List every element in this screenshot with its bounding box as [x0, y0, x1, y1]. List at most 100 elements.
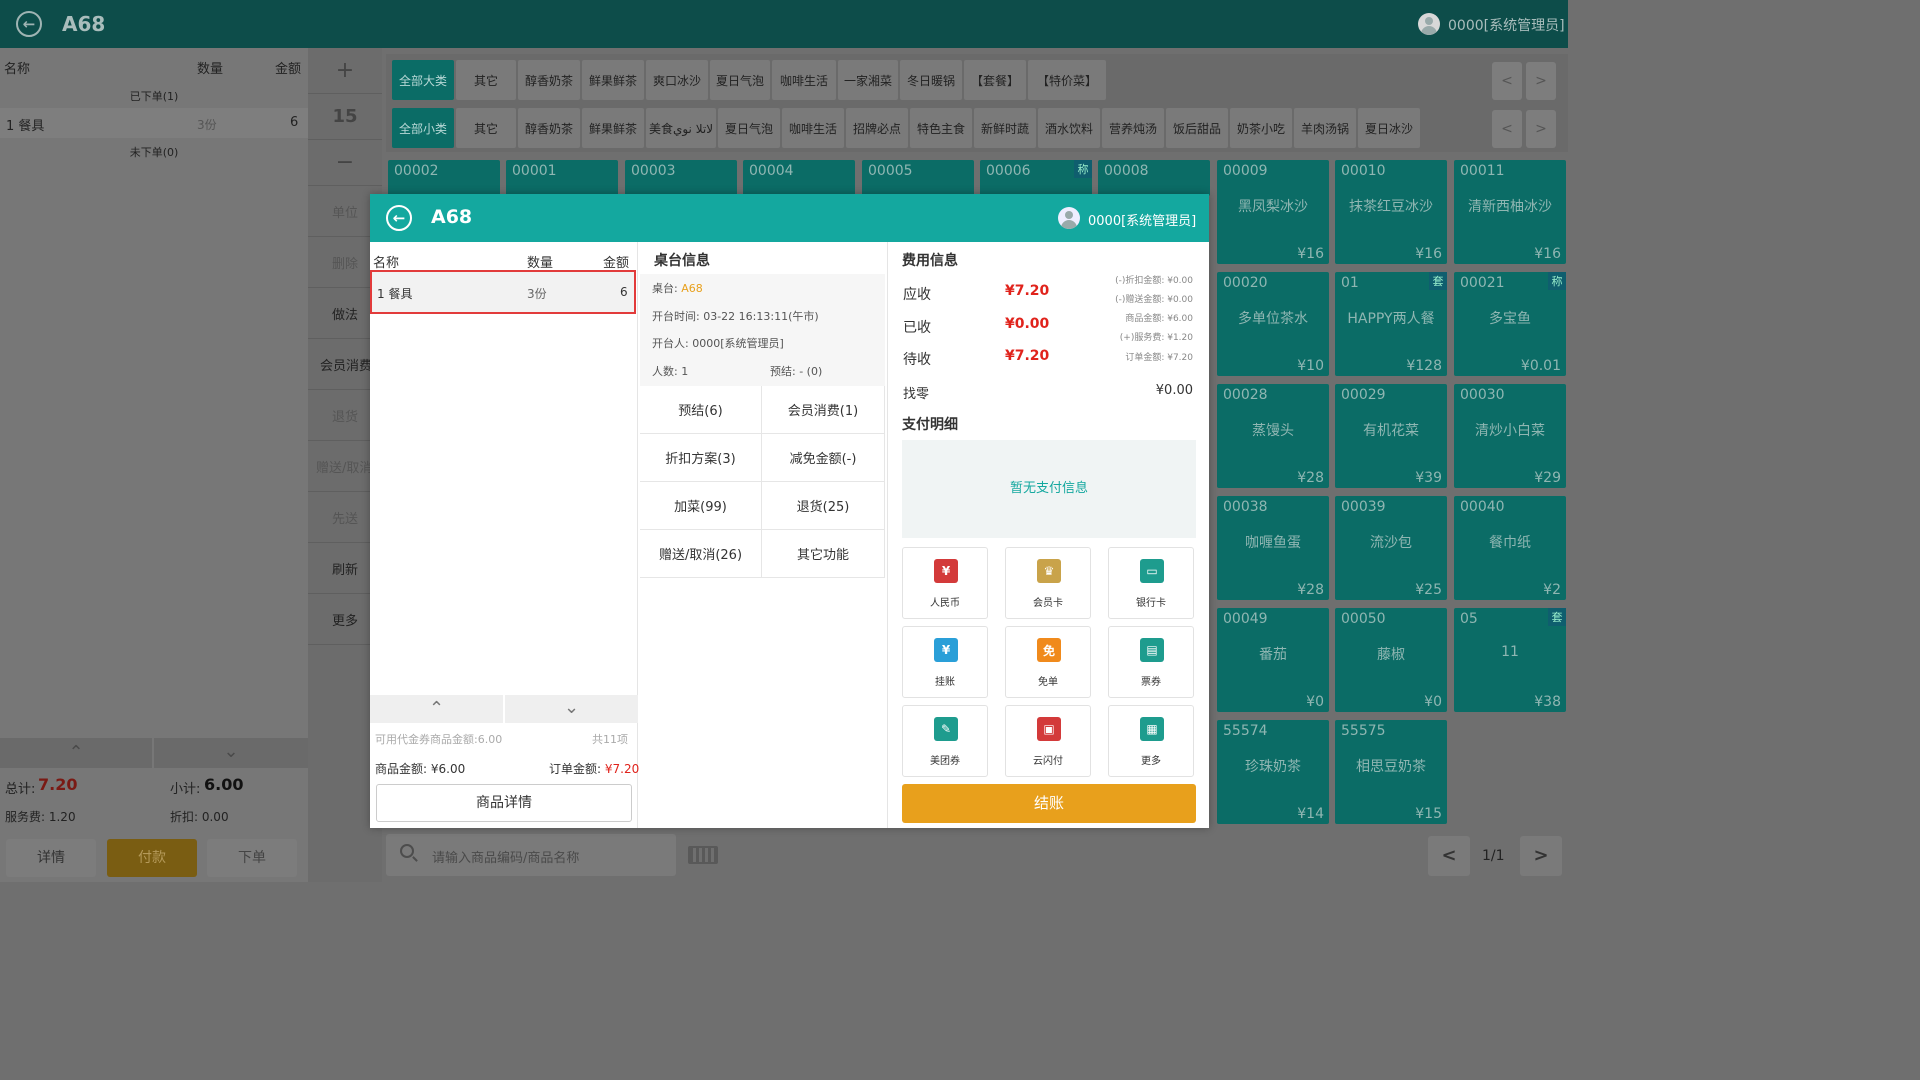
product-tile[interactable]: 55575 相思豆奶茶 ¥15	[1335, 720, 1447, 824]
product-code: 00049	[1223, 611, 1268, 627]
scroll-up-button[interactable]: ⌃	[0, 738, 152, 768]
product-tile[interactable]: 00049 番茄 ¥0	[1217, 608, 1329, 712]
place-order-button[interactable]: 下单	[207, 839, 297, 877]
dialog-item-row[interactable]: 1 餐具 3份 6	[370, 270, 636, 314]
fee-note: (+)服务费: ¥1.20	[1119, 333, 1193, 343]
return-action-button[interactable]: 退货(25)	[762, 482, 885, 530]
product-tile[interactable]: 00001	[506, 160, 618, 196]
qty-plus-button[interactable]: +	[308, 48, 382, 94]
subcategory-item[interactable]: 营养炖汤	[1102, 108, 1164, 148]
subcategory-item[interactable]: 招牌必点	[846, 108, 908, 148]
product-tile[interactable]: 00005	[862, 160, 974, 196]
pay-method-meituan[interactable]: ✎ 美团券	[902, 705, 988, 777]
product-tile[interactable]: 05 套 11 ¥38	[1454, 608, 1566, 712]
member-consume-action-button[interactable]: 会员消费(1)	[762, 386, 885, 434]
product-tile[interactable]: 00030 清炒小白菜 ¥29	[1454, 384, 1566, 488]
product-tile[interactable]: 00038 咖喱鱼蛋 ¥28	[1217, 496, 1329, 600]
search-input[interactable]: 请输入商品编码/商品名称	[432, 847, 579, 866]
subcategory-item[interactable]: 新鲜时蔬	[974, 108, 1036, 148]
product-tile[interactable]: 00028 蒸馒头 ¥28	[1217, 384, 1329, 488]
product-tile[interactable]: 00008	[1098, 160, 1210, 196]
product-tile[interactable]: 00029 有机花菜 ¥39	[1335, 384, 1447, 488]
category-item[interactable]: 冬日暖锅	[900, 60, 962, 100]
reduce-amount-button[interactable]: 减免金额(-)	[762, 434, 885, 482]
category-item[interactable]: 咖啡生活	[772, 60, 836, 100]
category-item[interactable]: 鲜果鲜茶	[582, 60, 644, 100]
category-next-button[interactable]: >	[1526, 62, 1556, 100]
subcategory-item[interactable]: 其它	[456, 108, 516, 148]
gift-cancel-action-button[interactable]: 赠送/取消(26)	[640, 530, 762, 578]
pre-settle-button[interactable]: 预结(6)	[640, 386, 762, 434]
page-next-button[interactable]: >	[1520, 836, 1562, 876]
dialog-back-icon[interactable]: ←	[386, 205, 412, 231]
subcategory-item[interactable]: 饭后甜品	[1166, 108, 1228, 148]
keyboard-icon[interactable]	[688, 846, 718, 864]
product-search-box[interactable]: 请输入商品编码/商品名称	[386, 834, 676, 876]
subcategory-item[interactable]: 酒水饮料	[1038, 108, 1100, 148]
list-scroll-up-button[interactable]: ⌃	[370, 695, 503, 723]
category-item[interactable]: 【套餐】	[964, 60, 1026, 100]
order-amount-label: 订单金额:	[549, 762, 605, 776]
pay-method-free[interactable]: 免免单	[1005, 626, 1091, 698]
user-name[interactable]: 0000[系统管理员]	[1448, 15, 1565, 35]
list-scroll-down-button[interactable]: ⌄	[505, 695, 638, 723]
product-tile[interactable]: 00050 藤椒 ¥0	[1335, 608, 1447, 712]
qty-minus-button[interactable]: −	[308, 140, 382, 186]
product-tile[interactable]: 00002	[388, 160, 500, 196]
product-tile[interactable]: 00040 餐巾纸 ¥2	[1454, 496, 1566, 600]
product-tile[interactable]: 00004	[743, 160, 855, 196]
subcategory-item[interactable]: 美食لاتلا نوي	[646, 108, 716, 148]
page-prev-button[interactable]: <	[1428, 836, 1470, 876]
subcategory-item[interactable]: 咖啡生活	[782, 108, 844, 148]
settle-button[interactable]: 结账	[902, 784, 1196, 823]
product-tile[interactable]: 00009 黑凤梨冰沙 ¥16	[1217, 160, 1329, 264]
subcategory-item[interactable]: 特色主食	[910, 108, 972, 148]
pay-method-more[interactable]: ▦ 更多	[1108, 705, 1194, 777]
meituan-icon: ✎	[934, 717, 958, 741]
category-all[interactable]: 全部大类	[392, 60, 454, 100]
discount-plan-button[interactable]: 折扣方案(3)	[640, 434, 762, 482]
pay-method-unionpay[interactable]: ▣ 云闪付	[1005, 705, 1091, 777]
subcategory-item[interactable]: 鲜果鲜茶	[582, 108, 644, 148]
add-dish-button[interactable]: 加菜(99)	[640, 482, 762, 530]
subcategory-item[interactable]: 醇香奶茶	[518, 108, 580, 148]
subcategory-item[interactable]: 夏日冰沙	[1358, 108, 1420, 148]
pay-button[interactable]: 付款	[107, 839, 197, 877]
subcategory-item[interactable]: 奶茶小吃	[1230, 108, 1292, 148]
pay-method-coupon[interactable]: ▤ 票券	[1108, 626, 1194, 698]
product-tile[interactable]: 01 套 HAPPY两人餐 ¥128	[1335, 272, 1447, 376]
product-tile[interactable]: 00010 抹茶红豆冰沙 ¥16	[1335, 160, 1447, 264]
pay-method-member-card[interactable]: ♛ 会员卡	[1005, 547, 1091, 619]
unordered-group-label: 未下单(0)	[129, 146, 179, 159]
product-tile[interactable]: 00020 多单位茶水 ¥10	[1217, 272, 1329, 376]
category-item[interactable]: 夏日气泡	[710, 60, 770, 100]
detail-button[interactable]: 详情	[6, 839, 96, 877]
other-functions-button[interactable]: 其它功能	[762, 530, 885, 578]
product-tile[interactable]: 00039 流沙包 ¥25	[1335, 496, 1447, 600]
category-item[interactable]: 其它	[456, 60, 516, 100]
goods-detail-button[interactable]: 商品详情	[376, 784, 632, 822]
category-item[interactable]: 【特价菜】	[1028, 60, 1106, 100]
scroll-down-button[interactable]: ⌄	[154, 738, 308, 768]
subcategory-item[interactable]: 羊肉汤锅	[1294, 108, 1356, 148]
category-item[interactable]: 一家湘菜	[838, 60, 898, 100]
product-price: ¥2	[1543, 582, 1561, 598]
subcategory-all[interactable]: 全部小类	[392, 108, 454, 148]
subcategory-prev-button[interactable]: <	[1492, 110, 1522, 148]
product-tile[interactable]: 00006 称	[980, 160, 1092, 196]
subcategory-next-button[interactable]: >	[1526, 110, 1556, 148]
product-tile[interactable]: 55574 珍珠奶茶 ¥14	[1217, 720, 1329, 824]
category-item[interactable]: 爽口冰沙	[646, 60, 708, 100]
category-prev-button[interactable]: <	[1492, 62, 1522, 100]
pay-method-credit[interactable]: ¥ 挂账	[902, 626, 988, 698]
product-tile[interactable]: 00003	[625, 160, 737, 196]
product-tile[interactable]: 00011 清新西柚冰沙 ¥16	[1454, 160, 1566, 264]
product-tile[interactable]: 00021 称多宝鱼 ¥0.01	[1454, 272, 1566, 376]
category-item[interactable]: 醇香奶茶	[518, 60, 580, 100]
order-row[interactable]: 1 餐具 3份 6	[0, 108, 308, 138]
back-icon[interactable]: ←	[16, 11, 42, 37]
pay-method-bank-card[interactable]: ▭ 银行卡	[1108, 547, 1194, 619]
subcategory-item[interactable]: 夏日气泡	[718, 108, 780, 148]
pay-method-rmb[interactable]: ¥ 人民币	[902, 547, 988, 619]
fee-note: 商品金额: ¥6.00	[1125, 314, 1193, 324]
